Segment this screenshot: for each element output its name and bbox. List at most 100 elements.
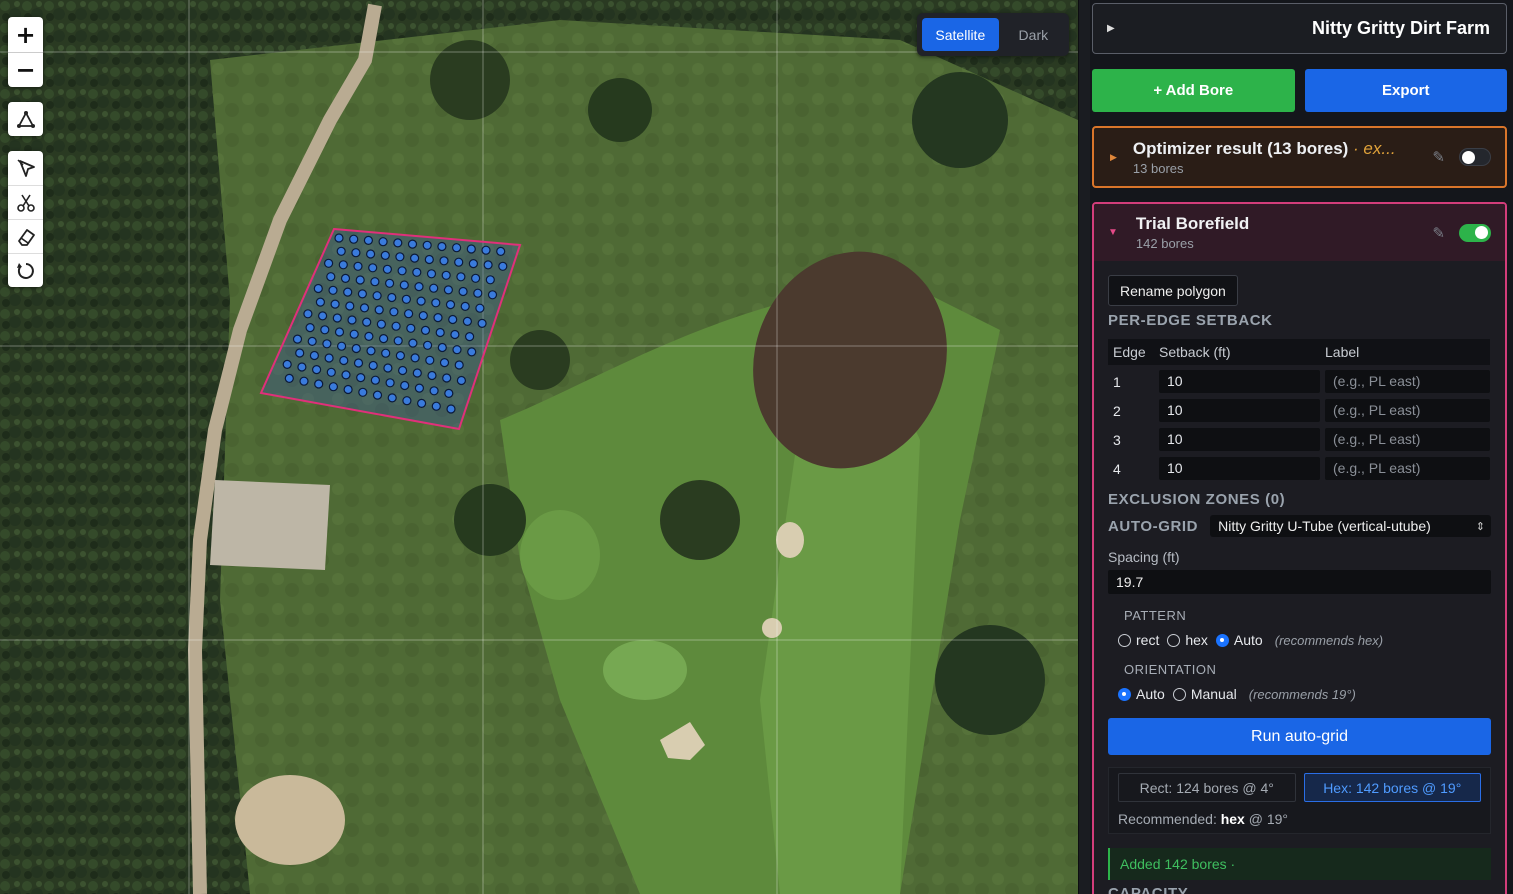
bore-marker[interactable]	[452, 345, 462, 355]
bore-marker[interactable]	[496, 246, 506, 256]
bore-marker[interactable]	[370, 375, 380, 385]
bore-marker[interactable]	[336, 246, 346, 256]
bore-marker[interactable]	[303, 309, 313, 319]
edit-pencil-icon[interactable]: ✎	[1432, 224, 1445, 242]
bore-marker[interactable]	[441, 270, 451, 280]
bore-marker[interactable]	[416, 296, 426, 306]
bore-marker[interactable]	[456, 375, 466, 386]
bore-marker[interactable]	[315, 297, 325, 307]
bore-marker[interactable]	[468, 259, 478, 269]
bore-marker[interactable]	[435, 327, 445, 338]
bore-marker[interactable]	[340, 273, 351, 283]
bore-marker[interactable]	[334, 233, 344, 243]
export-button[interactable]: Export	[1304, 69, 1507, 112]
bore-marker[interactable]	[407, 239, 418, 249]
orientation-auto-radio[interactable]: Auto	[1118, 686, 1165, 702]
bore-marker[interactable]	[378, 237, 388, 247]
bore-marker[interactable]	[353, 261, 363, 271]
edge-label-input[interactable]: (e.g., PL east)	[1325, 428, 1490, 451]
bore-marker[interactable]	[429, 386, 439, 396]
bore-marker[interactable]	[393, 336, 403, 346]
bore-marker[interactable]	[389, 307, 399, 317]
setback-input[interactable]: 10	[1159, 457, 1320, 480]
draw-marker-button[interactable]	[8, 151, 43, 185]
run-autogrid-button[interactable]: Run auto-grid	[1108, 718, 1491, 755]
bore-marker[interactable]	[347, 315, 357, 325]
bore-marker[interactable]	[410, 253, 420, 263]
rename-polygon-button[interactable]: Rename polygon	[1108, 275, 1238, 306]
bore-marker[interactable]	[420, 325, 431, 335]
bore-marker[interactable]	[498, 261, 508, 271]
bore-marker[interactable]	[391, 321, 401, 331]
bore-marker[interactable]	[381, 348, 391, 358]
bore-marker[interactable]	[328, 285, 338, 295]
bore-marker[interactable]	[439, 256, 449, 266]
bore-marker[interactable]	[366, 249, 376, 259]
bore-marker[interactable]	[456, 272, 466, 282]
panel-divider[interactable]	[1078, 0, 1090, 894]
bore-marker[interactable]	[351, 248, 361, 258]
pattern-auto-radio[interactable]: Auto	[1215, 632, 1263, 648]
bore-marker[interactable]	[422, 240, 432, 250]
bore-marker[interactable]	[338, 260, 348, 270]
bore-marker[interactable]	[473, 288, 483, 298]
bore-marker[interactable]	[414, 282, 424, 292]
bore-marker[interactable]	[351, 343, 361, 354]
bore-marker[interactable]	[452, 243, 462, 253]
setback-input[interactable]: 10	[1159, 399, 1320, 422]
bore-marker[interactable]	[380, 250, 390, 260]
bore-type-select[interactable]: Nitty Gritty U-Tube (vertical-utube) ⇕	[1210, 515, 1491, 537]
bore-marker[interactable]	[412, 368, 422, 378]
bore-marker[interactable]	[284, 373, 294, 383]
bore-marker[interactable]	[401, 294, 411, 304]
bore-marker[interactable]	[412, 267, 422, 277]
bore-marker[interactable]	[368, 360, 378, 371]
bore-marker[interactable]	[313, 283, 323, 294]
bore-marker[interactable]	[425, 355, 435, 365]
bore-marker[interactable]	[332, 313, 342, 323]
bore-marker[interactable]	[376, 319, 386, 329]
bore-marker[interactable]	[458, 286, 468, 297]
exclusion-zones-heading[interactable]: EXCLUSION ZONES (0)	[1108, 491, 1491, 508]
bore-marker[interactable]	[445, 300, 456, 310]
bore-marker[interactable]	[330, 299, 340, 309]
bore-marker[interactable]	[363, 235, 373, 245]
bore-marker[interactable]	[292, 334, 303, 344]
bore-marker[interactable]	[387, 292, 397, 303]
bore-marker[interactable]	[429, 283, 439, 293]
map-canvas[interactable]: + − Satellite Dark	[0, 0, 1078, 894]
borefield-visibility-toggle[interactable]	[1459, 223, 1491, 242]
bore-marker[interactable]	[400, 380, 410, 391]
bore-marker[interactable]	[357, 289, 367, 299]
bore-marker[interactable]	[368, 263, 378, 273]
bore-marker[interactable]	[341, 370, 351, 380]
setback-input[interactable]: 10	[1159, 370, 1320, 393]
setback-input[interactable]: 10	[1159, 428, 1320, 451]
basemap-dark-button[interactable]: Dark	[1003, 18, 1064, 51]
bore-marker[interactable]	[487, 290, 498, 300]
bore-marker[interactable]	[297, 362, 307, 372]
bore-marker[interactable]	[423, 340, 433, 350]
bore-marker[interactable]	[362, 317, 372, 327]
bore-marker[interactable]	[282, 359, 292, 369]
zoom-out-button[interactable]: −	[8, 52, 43, 87]
bore-marker[interactable]	[433, 313, 443, 323]
bore-marker[interactable]	[339, 355, 349, 366]
bore-marker[interactable]	[450, 329, 460, 340]
bore-marker[interactable]	[372, 291, 382, 301]
bore-marker[interactable]	[446, 404, 456, 414]
bore-marker[interactable]	[383, 363, 393, 373]
bore-marker[interactable]	[462, 316, 472, 326]
bore-marker[interactable]	[372, 390, 383, 400]
bore-marker[interactable]	[426, 269, 437, 279]
bore-marker[interactable]	[295, 348, 305, 358]
bore-marker[interactable]	[431, 401, 441, 411]
edit-pencil-icon[interactable]: ✎	[1432, 148, 1445, 166]
cut-polygon-button[interactable]	[8, 185, 43, 219]
basemap-satellite-button[interactable]: Satellite	[922, 18, 999, 51]
bore-marker[interactable]	[460, 301, 470, 311]
bore-marker[interactable]	[374, 305, 384, 315]
rotate-button[interactable]	[8, 253, 43, 287]
bore-marker[interactable]	[417, 398, 427, 408]
bore-marker[interactable]	[398, 365, 408, 376]
